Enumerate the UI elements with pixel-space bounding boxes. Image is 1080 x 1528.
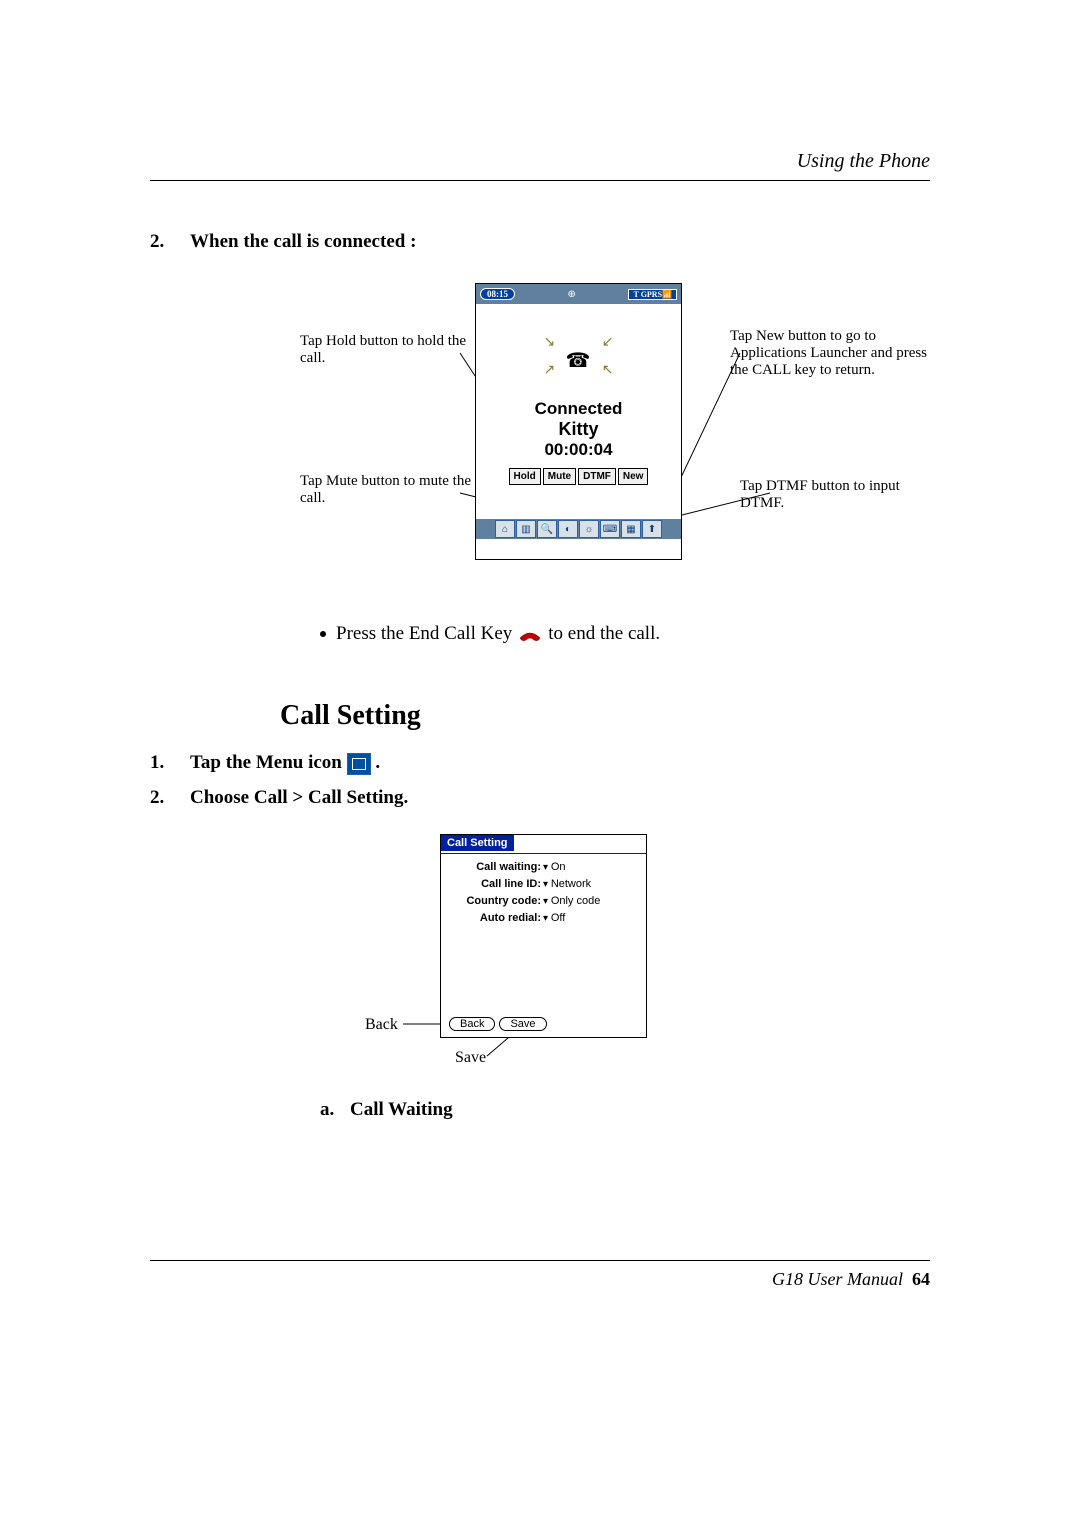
annotation-save: Save xyxy=(455,1049,486,1067)
section-2-num: 2. xyxy=(150,231,190,253)
bullet-dot-icon xyxy=(320,631,326,637)
call-setting-heading: Call Setting xyxy=(280,700,930,732)
section-2-row: 2. When the call is connected : xyxy=(150,231,930,253)
end-call-text-pre: Press the End Call Key xyxy=(336,623,512,645)
sub-a-letter: a. xyxy=(320,1099,350,1121)
value-call-waiting[interactable]: On xyxy=(543,859,566,876)
status-time: 08:15 xyxy=(480,288,515,300)
end-call-key-icon xyxy=(516,624,544,644)
label-auto-redial: Auto redial: xyxy=(449,910,543,927)
back-button[interactable]: Back xyxy=(449,1017,495,1031)
settings-body: Call waiting: On Call line ID: Network C… xyxy=(449,859,600,927)
footer: G18 User Manual 64 xyxy=(150,1260,930,1291)
clock-icon: ⊕ xyxy=(568,289,576,300)
connected-label: Connected xyxy=(535,399,623,419)
keypad-icon[interactable]: ▦ xyxy=(621,520,641,538)
call-button-row: Hold Mute DTMF New xyxy=(509,468,649,485)
caller-name: Kitty xyxy=(559,419,599,440)
label-country-code: Country code: xyxy=(449,893,543,910)
brightness-icon[interactable]: ☼ xyxy=(579,520,599,538)
settings-buttons: Back Save xyxy=(449,1017,547,1031)
header-title: Using the Phone xyxy=(797,150,930,173)
page-number: 64 xyxy=(912,1269,930,1289)
label-call-waiting: Call waiting: xyxy=(449,859,543,876)
row-country-code: Country code: Only code xyxy=(449,893,600,910)
contrast-icon[interactable]: ◐ xyxy=(558,520,578,538)
step-1-text: Tap the Menu icon . xyxy=(190,752,380,775)
call-timer: 00:00:04 xyxy=(544,440,612,460)
bottom-toolbar: ⌂ ▥ 🔍 ◐ ☼ ⌨ ▦ ⬆ xyxy=(476,519,681,539)
step-2-text: Choose Call > Call Setting. xyxy=(190,787,408,809)
dtmf-button[interactable]: DTMF xyxy=(578,468,616,485)
home-icon[interactable]: ⌂ xyxy=(495,520,515,538)
search-icon[interactable]: 🔍 xyxy=(537,520,557,538)
keyboard-icon[interactable]: ⌨ xyxy=(600,520,620,538)
header-rule: Using the Phone xyxy=(150,150,930,181)
callout-mute: Tap Mute button to mute the call. xyxy=(300,473,480,507)
tab-underline xyxy=(441,853,646,854)
callout-hold: Tap Hold button to hold the call. xyxy=(300,333,480,367)
callout-dtmf: Tap DTMF button to input DTMF. xyxy=(740,478,900,512)
mute-button[interactable]: Mute xyxy=(543,468,576,485)
row-auto-redial: Auto redial: Off xyxy=(449,910,600,927)
step-1-num: 1. xyxy=(150,752,190,774)
footer-rule: G18 User Manual 64 xyxy=(150,1260,930,1291)
call-setting-tab: Call Setting xyxy=(441,835,514,851)
up-arrow-icon[interactable]: ⬆ xyxy=(642,520,662,538)
menu-icon xyxy=(347,753,371,775)
callout-area: Tap Hold button to hold the call. Tap Mu… xyxy=(150,283,930,613)
value-country-code[interactable]: Only code xyxy=(543,893,600,910)
hold-button[interactable]: Hold xyxy=(509,468,541,485)
sub-a-row: a. Call Waiting xyxy=(320,1099,930,1121)
call-setting-screenshot-wrap: Call Setting Call waiting: On Call line … xyxy=(150,834,930,1084)
callout-new: Tap New button to go to Applications Lau… xyxy=(730,328,930,379)
value-call-line-id[interactable]: Network xyxy=(543,876,591,893)
gprs-indicator: T GPRS📶 xyxy=(628,289,677,300)
step-2-row: 2. Choose Call > Call Setting. xyxy=(150,787,930,809)
footer-text: G18 User Manual 64 xyxy=(772,1269,930,1290)
value-auto-redial[interactable]: Off xyxy=(543,910,565,927)
row-call-line-id: Call line ID: Network xyxy=(449,876,600,893)
step-1-row: 1. Tap the Menu icon . xyxy=(150,752,930,775)
new-button[interactable]: New xyxy=(618,468,649,485)
status-bar: 08:15 ⊕ T GPRS📶 xyxy=(476,284,681,304)
phone-graphic-icon: ↘ ↙ ↗ ↖ ☎ xyxy=(544,334,614,379)
save-button[interactable]: Save xyxy=(499,1017,546,1031)
label-call-line-id: Call line ID: xyxy=(449,876,543,893)
call-setting-screenshot: Call Setting Call waiting: On Call line … xyxy=(440,834,647,1038)
sub-a-text: Call Waiting xyxy=(350,1099,453,1121)
phone-screenshot-connected: 08:15 ⊕ T GPRS📶 ↘ ↙ ↗ ↖ ☎ Connected Kitt… xyxy=(475,283,682,560)
row-call-waiting: Call waiting: On xyxy=(449,859,600,876)
end-call-bullet: Press the End Call Key to end the call. xyxy=(320,623,930,645)
annotation-back: Back xyxy=(365,1016,398,1034)
call-screen-body: ↘ ↙ ↗ ↖ ☎ Connected Kitty 00:00:04 Hold … xyxy=(476,304,681,519)
menu-toolbar-icon[interactable]: ▥ xyxy=(516,520,536,538)
step-2-num: 2. xyxy=(150,787,190,809)
end-call-text-post: to end the call. xyxy=(548,623,660,645)
section-2-title: When the call is connected : xyxy=(190,231,416,253)
